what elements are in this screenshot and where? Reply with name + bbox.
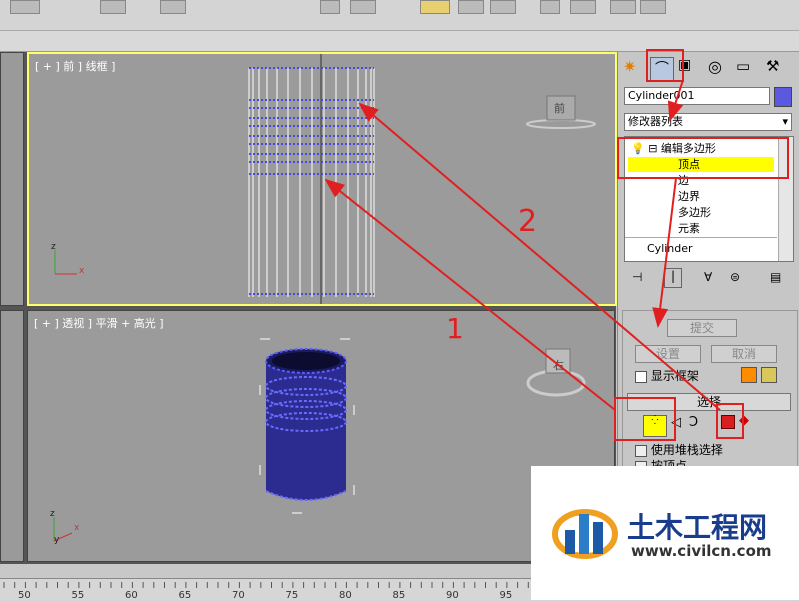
commit-button[interactable]: 提交	[667, 319, 737, 337]
border-mode-icon[interactable]: Ↄ	[689, 415, 698, 430]
ruler-tick-label: 90	[446, 590, 459, 601]
edge-mode-icon[interactable]: ◁	[671, 415, 681, 430]
display-tab-icon[interactable]: ▭	[736, 57, 758, 79]
configure-sets-icon[interactable]: ▤	[770, 270, 781, 284]
axis-x-label: x	[74, 523, 80, 533]
modifier-list-dropdown[interactable]: 修改器列表 ▾	[624, 113, 792, 131]
vertex-mode-icon[interactable]: ⁛	[643, 415, 667, 437]
make-unique-icon[interactable]: ∀	[704, 270, 712, 284]
show-end-result-icon[interactable]: |	[664, 268, 682, 288]
snap-toggle-button[interactable]	[420, 0, 450, 14]
left-viewport-bottom[interactable]	[0, 310, 24, 562]
use-stack-selection-label: 使用堆栈选择	[650, 443, 723, 457]
use-stack-selection-checkbox[interactable]	[635, 444, 647, 457]
modify-tab-icon[interactable]: ⌒	[650, 57, 674, 81]
front-wireframe	[54, 54, 596, 304]
stack-base-object[interactable]: Cylinder	[647, 241, 693, 256]
toolbar-button[interactable]	[350, 0, 376, 14]
show-cage-checkbox[interactable]	[635, 370, 647, 383]
toolbar-button[interactable]	[458, 0, 484, 14]
element-mode-icon[interactable]: ◆	[739, 413, 749, 428]
lightbulb-icon[interactable]: 💡	[631, 142, 645, 155]
front-viewport[interactable]: [ + ] 前 ] 线框 ] z x 前	[27, 52, 617, 306]
edit-geometry-rollout: 提交 设置 取消 显示框架 选择 ⁛ ◁ Ↄ ◆ 使用堆栈选择 按顶点	[622, 310, 798, 473]
left-viewport-top[interactable]	[0, 52, 24, 306]
motion-tab-icon[interactable]: ◎	[708, 57, 730, 79]
cage-selected-color-swatch[interactable]	[761, 367, 777, 383]
command-panel: ✷ ⌒ ▣ ◎ ▭ ⚒ Cylinder001 修改器列表 ▾ 💡 ⊟ 编辑多边…	[617, 52, 799, 473]
ruler-tick-label: 50	[18, 590, 31, 601]
viewcube-face-label[interactable]: 前	[554, 100, 565, 116]
hierarchy-tab-icon[interactable]: ▣	[678, 57, 700, 79]
object-name-field[interactable]: Cylinder001	[624, 87, 770, 105]
polygon-mode-icon[interactable]	[721, 415, 735, 429]
show-cage-label: 显示框架	[650, 369, 699, 383]
chevron-down-icon: ▾	[782, 115, 788, 128]
watermark-brand-text: 土木工程网	[627, 511, 768, 544]
viewcube-face-label[interactable]: 右	[553, 357, 564, 373]
ruler-tick-label: 75	[285, 590, 299, 601]
remove-modifier-icon[interactable]: ⊜	[730, 270, 740, 284]
modifier-stack[interactable]: 💡 ⊟ 编辑多边形 顶点 边 边界 多边形 元素 Cylinder	[624, 136, 794, 262]
watermark-logo: 土木工程网 www.civilcn.com	[531, 466, 799, 600]
axis-x-label: x	[79, 266, 85, 276]
axis-z-label: z	[50, 509, 55, 519]
stack-scrollbar[interactable]	[778, 137, 793, 261]
axis-z-label: z	[51, 242, 56, 252]
toolbar-button[interactable]	[640, 0, 666, 14]
stack-subitem-element[interactable]: 元素	[678, 221, 700, 236]
ruler-tick-label: 70	[232, 590, 245, 601]
stack-root-item[interactable]: 💡 ⊟ 编辑多边形	[631, 141, 716, 156]
modifier-list-label: 修改器列表	[628, 115, 683, 128]
toolbar-button[interactable]	[570, 0, 596, 14]
toolbar-button[interactable]	[540, 0, 560, 14]
ruler-tick-label: 55	[71, 590, 85, 601]
settings-button[interactable]: 设置	[635, 345, 701, 363]
create-tab-icon[interactable]: ✷	[623, 57, 645, 79]
stack-subitem-polygon[interactable]: 多边形	[678, 205, 711, 220]
ruler-tick-label: 85	[392, 590, 406, 601]
ruler-tick-label: 95	[499, 590, 513, 601]
toolbar-button[interactable]	[10, 0, 40, 14]
annotation-number-2: 2	[518, 204, 538, 239]
object-color-swatch[interactable]	[774, 87, 792, 107]
viewport-area: [ + ] 前 ] 线框 ] z x 前 [+] 透视] 平滑 + 高光 …	[0, 52, 617, 564]
show-cage-row[interactable]: 显示框架	[635, 367, 699, 384]
axis-y-label: y	[54, 535, 60, 545]
stack-subitem-border[interactable]: 边界	[678, 189, 700, 204]
collapse-icon[interactable]: ⊟	[648, 142, 657, 155]
perspective-cylinder	[53, 338, 586, 542]
stack-subitem-edge[interactable]: 边	[678, 173, 689, 188]
ruler-tick-label: 60	[125, 590, 138, 601]
toolbar-button[interactable]	[100, 0, 126, 14]
stack-subitem-vertex[interactable]: 顶点	[628, 157, 774, 172]
pin-stack-icon[interactable]: ⊣	[632, 270, 642, 284]
utilities-tab-icon[interactable]: ⚒	[766, 57, 788, 79]
watermark-url: www.civilcn.com	[631, 542, 772, 560]
cancel-button[interactable]: 取消	[711, 345, 777, 363]
ribbon-strip	[0, 31, 799, 52]
selection-rollout-header[interactable]: 选择	[627, 393, 791, 411]
ruler-tick-label: 80	[339, 590, 352, 601]
main-toolbar	[0, 0, 799, 31]
watermark-emblem	[552, 509, 618, 559]
toolbar-button[interactable]	[320, 0, 340, 14]
toolbar-button[interactable]	[490, 0, 516, 14]
use-stack-selection-row[interactable]: 使用堆栈选择	[635, 441, 723, 458]
toolbar-button[interactable]	[610, 0, 636, 14]
perspective-viewport[interactable]: [ + ] 透视 ] 平滑 + 高光 ] z x y 右	[27, 310, 615, 562]
cage-color-swatch[interactable]	[741, 367, 757, 383]
ruler-tick-label: 65	[178, 590, 192, 601]
annotation-number-1: 1	[446, 312, 464, 345]
stack-divider	[625, 237, 777, 238]
stack-root-label: 编辑多边形	[660, 142, 716, 155]
toolbar-button[interactable]	[160, 0, 186, 14]
stack-toolbar: ⊣ | ∀ ⊜ ▤	[624, 268, 792, 290]
